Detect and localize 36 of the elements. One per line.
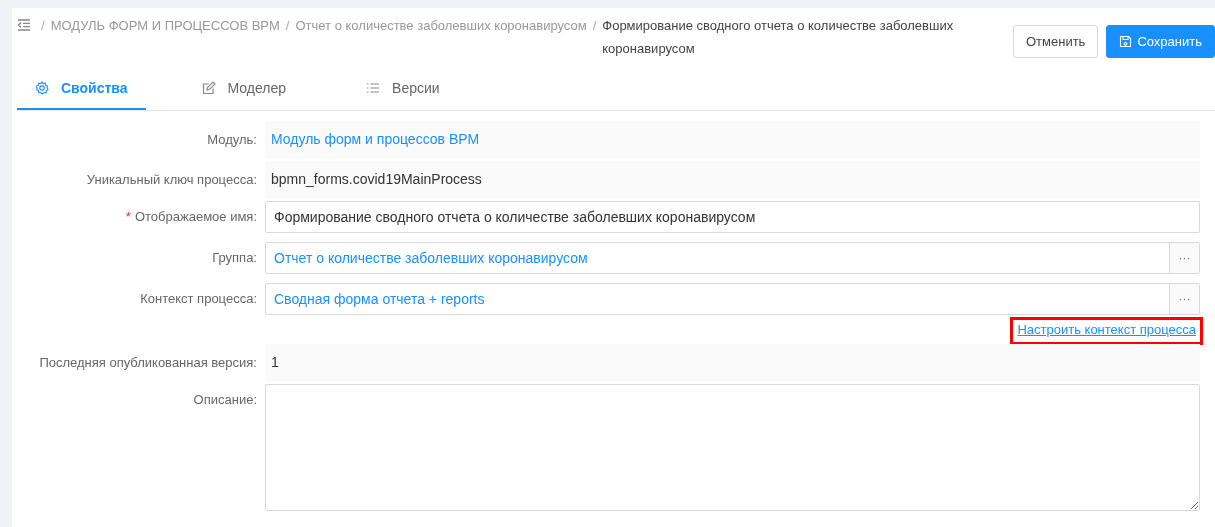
picker-value: Отчет о количестве заболевших коронавирусом xyxy=(273,248,589,268)
name-input-field[interactable]: Формирование сводного отчета о количестве заболевших коронавирусом xyxy=(265,201,1200,233)
save-button[interactable]: Сохранить xyxy=(1106,25,1215,58)
breadcrumb-item[interactable]: Отчет о количестве заболевших коронавирусом xyxy=(295,14,587,37)
breadcrumb-item[interactable]: МОДУЛЬ ФОРМ И ПРОЦЕССОВ BPM xyxy=(50,14,280,37)
field-value[interactable]: Модуль форм и процессов BPM xyxy=(265,121,1200,158)
field-label: Группа: xyxy=(212,250,257,265)
tab[interactable]: Моделер xyxy=(177,68,311,110)
required-mark: * xyxy=(125,209,131,224)
picker-field[interactable]: Сводная форма отчета + reports ··· xyxy=(265,283,1200,315)
field-value: 1 xyxy=(265,344,1200,381)
list-icon xyxy=(366,81,381,95)
configure-context-link[interactable]: Настроить контекст процесса xyxy=(1013,320,1200,342)
field-label: Уникальный ключ процесса: xyxy=(86,172,257,187)
picker-button[interactable]: ··· xyxy=(1169,243,1199,273)
edit-icon xyxy=(201,81,216,95)
breadcrumb-item: Формирование сводного отчета о количестве заболевших коронавирусом xyxy=(602,17,955,58)
breadcrumb-separator: / xyxy=(285,17,290,35)
description-field[interactable] xyxy=(265,384,1200,511)
breadcrumb-separator: / xyxy=(41,17,45,35)
settings-icon xyxy=(35,81,49,95)
menu-icon[interactable] xyxy=(17,19,31,31)
save-icon xyxy=(1119,35,1133,48)
picker-button[interactable]: ··· xyxy=(1169,284,1199,314)
field-value: bpmn_forms.covid19MainProcess xyxy=(265,161,1200,198)
field-label: Последняя опубликованная версия: xyxy=(39,355,257,370)
field-label: Контекст процесса: xyxy=(140,291,257,306)
picker-field[interactable]: Отчет о количестве заболевших коронавирусом ··· xyxy=(265,242,1200,274)
field-label: Модуль: xyxy=(207,132,257,147)
breadcrumb-separator: / xyxy=(592,17,597,35)
picker-value: Сводная форма отчета + reports xyxy=(273,289,486,309)
field-label: Описание: xyxy=(193,392,257,407)
cancel-button[interactable]: Отменить xyxy=(1013,25,1099,58)
field-label: Отображаемое имя: xyxy=(134,209,257,224)
tab[interactable]: Свойства xyxy=(17,68,146,110)
tab[interactable]: Версии xyxy=(342,68,464,110)
